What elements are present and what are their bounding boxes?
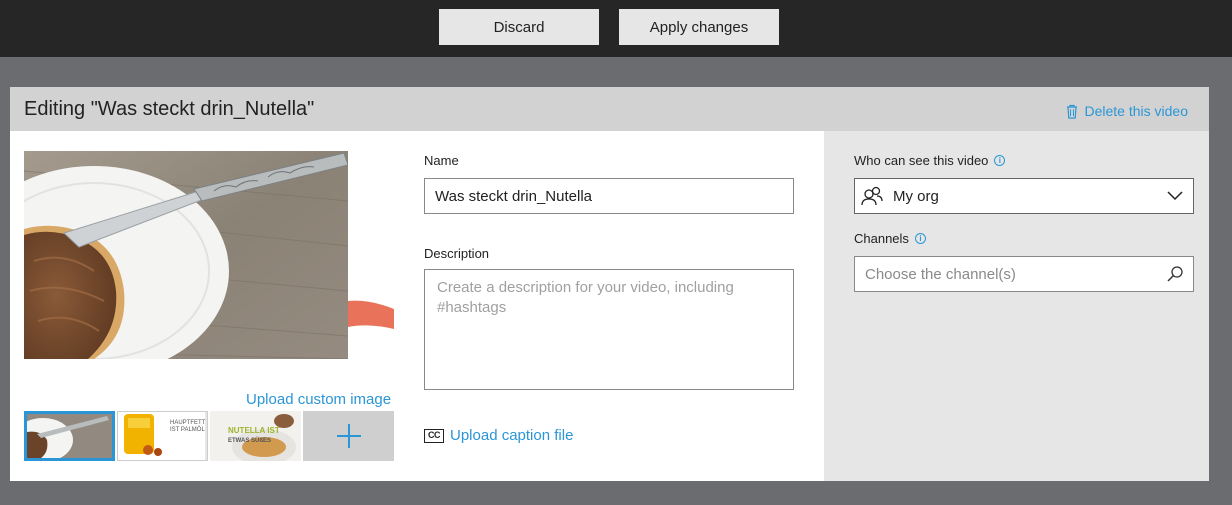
plus-icon — [336, 424, 361, 448]
thumbnail-text-line: NUTELLA IST — [228, 426, 280, 435]
visibility-label: Who can see this video i — [854, 153, 1006, 168]
description-input[interactable] — [424, 269, 794, 390]
upload-caption-link[interactable]: CC Upload caption file — [424, 427, 573, 444]
delete-video-link[interactable]: Delete this video — [1066, 103, 1188, 119]
video-thumbnail-preview — [24, 151, 394, 359]
visibility-selected-value: My org — [893, 187, 939, 205]
people-icon — [861, 186, 883, 206]
apply-changes-button[interactable]: Apply changes — [619, 9, 779, 45]
name-label: Name — [424, 153, 459, 168]
thumbnail-text-line: ETWAS SÜßES — [228, 437, 271, 444]
trash-icon — [1067, 104, 1078, 119]
edit-video-panel: Editing "Was steckt drin_Nutella" Delete… — [10, 87, 1209, 481]
channels-label: Channels i — [854, 231, 926, 246]
chevron-down-icon — [1167, 191, 1183, 201]
name-input[interactable] — [424, 178, 794, 214]
add-thumbnail-button[interactable] — [303, 411, 394, 461]
channels-search-box — [854, 256, 1194, 292]
channels-search-input[interactable] — [865, 265, 1167, 283]
visibility-label-text: Who can see this video — [854, 153, 989, 168]
upload-caption-label: Upload caption file — [450, 427, 574, 444]
thumbnail-option-2[interactable]: HAUPTFETT IST PALMÖL — [117, 411, 208, 461]
discard-button[interactable]: Discard — [439, 9, 599, 45]
thumbnail-text-line: IST PALMÖL — [170, 426, 205, 433]
description-label: Description — [424, 246, 490, 261]
thumbnail-option-1[interactable] — [24, 411, 115, 461]
thumbnail-text-line: HAUPTFETT — [170, 420, 206, 426]
search-icon[interactable] — [1167, 266, 1183, 282]
page-title: Editing "Was steckt drin_Nutella" — [24, 98, 315, 120]
thumbnail-option-3[interactable]: NUTELLA IST ETWAS SÜßES — [210, 411, 301, 461]
info-icon[interactable]: i — [914, 233, 926, 244]
top-toolbar: Discard Apply changes — [0, 0, 1232, 57]
upload-custom-image-link[interactable]: Upload custom image — [246, 391, 391, 408]
channels-label-text: Channels — [854, 231, 909, 246]
delete-video-label: Delete this video — [1084, 103, 1188, 119]
visibility-select[interactable]: My org — [854, 178, 1194, 214]
panel-header: Editing "Was steckt drin_Nutella" Delete… — [10, 87, 1209, 131]
info-icon[interactable]: i — [994, 155, 1006, 166]
closed-caption-icon: CC — [424, 428, 444, 443]
